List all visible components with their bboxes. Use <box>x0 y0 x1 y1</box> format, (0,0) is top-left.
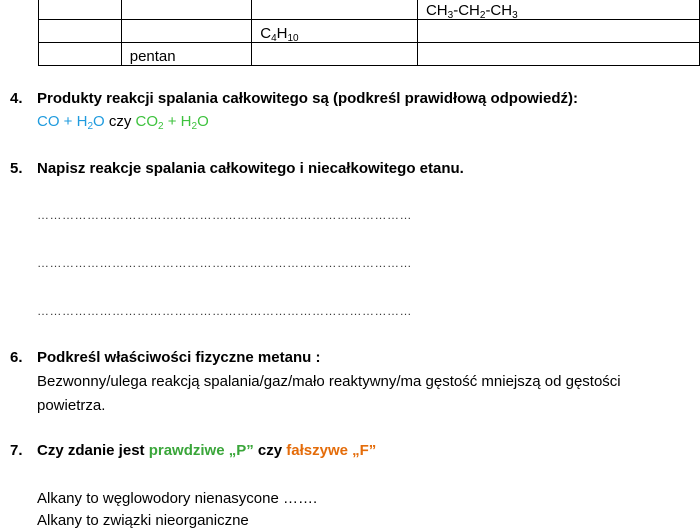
table-cell <box>251 42 418 66</box>
question-text: Napisz reakcje spalania całkowitego i ni… <box>37 160 464 177</box>
table-cell <box>120 19 253 43</box>
table-row: pentan <box>38 42 700 66</box>
question-text: Produkty reakcji spalania całkowitego są… <box>37 90 578 107</box>
answer-option-a: CO + H2O <box>37 113 105 132</box>
answer-line: ……………………………………………………………………………… <box>37 304 412 318</box>
false-label: fałszywe „F” <box>286 442 377 459</box>
answer-or: czy <box>104 113 136 130</box>
question-number: 5. <box>10 160 23 177</box>
table-cell <box>251 0 418 20</box>
table-row: CH3-CH2-CH3 <box>38 0 700 21</box>
table-cell <box>38 19 122 43</box>
table-cell-formula: CH3-CH2-CH3 <box>416 0 700 21</box>
question-7: 7. Czy zdanie jest prawdziwe „P” czy fałs… <box>10 442 376 459</box>
table-cell <box>416 42 700 66</box>
question-number: 7. <box>10 442 23 459</box>
table-cell <box>416 19 700 43</box>
statement-1: Alkany to węglowodory nienasycone ……. <box>37 490 318 507</box>
properties-line-2: powietrza. <box>37 397 106 414</box>
question-number: 6. <box>10 349 23 366</box>
table-cell <box>38 0 122 20</box>
question-6: 6. Podkreśl właściwości fizyczne metanu : <box>10 349 320 366</box>
table-cell-formula: C4H10 <box>251 19 418 44</box>
question-text-or: czy <box>253 442 287 459</box>
question-number: 4. <box>10 90 23 107</box>
hydrocarbon-table: CH3-CH2-CH3 C4H10 pentan <box>38 0 700 66</box>
table-row: C4H10 <box>38 19 700 44</box>
answer-option-b: CO2 + H2O <box>135 113 209 132</box>
question-4: 4. Produkty reakcji spalania całkowitego … <box>10 90 578 107</box>
question-4-answers: CO + H2O czy CO2 + H2O <box>37 113 209 132</box>
question-text: Czy zdanie jest <box>37 442 149 459</box>
answer-line: ……………………………………………………………………………… <box>37 208 412 222</box>
table-cell-name: pentan <box>120 42 253 66</box>
question-text: Podkreśl właściwości fizyczne metanu : <box>37 349 321 366</box>
table-cell <box>38 42 122 66</box>
question-5: 5. Napisz reakcje spalania całkowitego i … <box>10 160 464 177</box>
table-cell <box>120 0 253 20</box>
properties-line-1: Bezwonny/ulega reakcją spalania/gaz/mało… <box>37 373 621 390</box>
statement-2: Alkany to związki nieorganiczne <box>37 512 249 529</box>
answer-line: ……………………………………………………………………………… <box>37 256 412 270</box>
true-label: prawdziwe „P” <box>148 442 254 459</box>
